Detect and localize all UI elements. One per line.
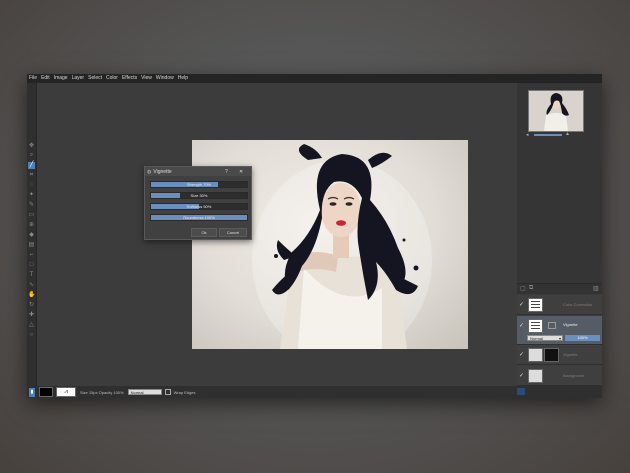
layer-row-vignette-selected[interactable]: ✓ Vignette Normal ▾ 100%	[517, 316, 602, 345]
vignette-dialog: ◍ Vignette ? ✕ Strength 70% Size 30% Sof…	[144, 166, 252, 240]
navigator-preview-image	[529, 91, 583, 131]
menu-edit[interactable]: Edit	[41, 74, 50, 83]
visibility-check[interactable]: ✓	[519, 301, 524, 308]
delete-layer-icon[interactable]: ▥	[593, 285, 599, 292]
menu-select[interactable]: Select	[88, 74, 102, 83]
right-panel: ◂ ▲ ▢ ⧉ ▥ ✓ Color Correction ✓ Vignette …	[517, 83, 602, 387]
menu-image[interactable]: Image	[54, 74, 68, 83]
gradient-icon[interactable]: ▤	[28, 242, 35, 249]
clone-icon[interactable]: ⊕	[28, 222, 35, 229]
canvas-area[interactable]: ◍ Vignette ? ✕ Strength 70% Size 30% Sof…	[37, 83, 517, 386]
menu-window[interactable]: Window	[156, 74, 174, 83]
menu-help[interactable]: Help	[178, 74, 188, 83]
menu-color[interactable]: Color	[106, 74, 118, 83]
dialog-title: Vignette	[153, 168, 172, 175]
dropper-icon[interactable]: ⌐	[28, 252, 35, 259]
crop-icon[interactable]: ⌗	[28, 172, 35, 179]
link-layer-icon[interactable]: ⧉	[529, 285, 533, 292]
layer-opacity-value: 100%	[577, 335, 588, 340]
roundness-slider[interactable]: Roundness 100%	[150, 214, 248, 221]
layer-row-vignette[interactable]: ✓ Vignette	[517, 345, 602, 365]
rotate-icon[interactable]: ↻	[28, 302, 35, 309]
ok-button[interactable]: Ok	[191, 228, 217, 237]
shape-icon[interactable]: □	[28, 262, 35, 269]
blend-mode-select[interactable]: Normal ▾	[527, 335, 563, 341]
brush-size-opacity[interactable]: Size 15px Opacity 100%	[80, 390, 124, 395]
zoom-out-icon[interactable]: ◂	[526, 132, 529, 138]
menu-layer[interactable]: Layer	[72, 74, 85, 83]
pencil-icon[interactable]: ✎	[28, 202, 35, 209]
layers-toolbar: ▢ ⧉ ▥	[517, 284, 602, 294]
primary-color-swatch[interactable]	[39, 387, 53, 397]
cancel-button[interactable]: Cancel	[219, 228, 247, 237]
layers-panel: ▢ ⧉ ▥ ✓ Color Correction ✓ Vignette Norm…	[517, 283, 602, 387]
panel-toggle-icon[interactable]	[517, 388, 525, 395]
strength-slider[interactable]: Strength 70%	[150, 181, 248, 188]
brush-icon[interactable]: ╱	[28, 162, 35, 169]
layer-row-background[interactable]: ✓ Background	[517, 366, 602, 386]
wrap-edges-label: Wrap Edges	[173, 389, 196, 395]
softness-slider-label: Softness 50%	[186, 204, 212, 209]
toolbox: ✥ ⌕ ╱ ⌗ ◌ ✦ ✎ ▭ ⊕ ◆ ▤ ⌐ □ T ∿ ✋ ↻ ✚ △ ○	[27, 83, 37, 386]
editor-window: File Edit Image Layer Select Color Effec…	[27, 74, 602, 398]
softness-slider[interactable]: Softness 50%	[150, 203, 248, 210]
add-layer-icon[interactable]: ▢	[520, 285, 526, 292]
blur-icon[interactable]: ○	[28, 332, 35, 339]
layer-thumbnail	[528, 348, 543, 362]
layer-name: Vignette	[563, 322, 578, 327]
fill-icon[interactable]: ◆	[28, 232, 35, 239]
menu-file[interactable]: File	[29, 74, 37, 83]
eraser-icon[interactable]: ▭	[28, 212, 35, 219]
wrap-edges-checkbox[interactable]	[164, 389, 171, 395]
hand-icon[interactable]: ✋	[28, 292, 35, 299]
size-slider-label: Size 30%	[190, 193, 208, 198]
magic-wand-icon[interactable]: ✦	[28, 192, 35, 199]
lasso-icon[interactable]: ◌	[28, 182, 35, 189]
visibility-check[interactable]: ✓	[519, 322, 524, 329]
layer-name: Background	[563, 373, 585, 378]
roundness-slider-label: Roundness 100%	[183, 215, 215, 220]
adjustment-icon	[531, 322, 540, 323]
layer-thumbnail	[528, 369, 543, 383]
smudge-icon[interactable]: ∿	[28, 282, 35, 289]
layer-row-color-correction[interactable]: ✓ Color Correction	[517, 295, 602, 315]
navigator-thumbnail[interactable]	[528, 90, 584, 132]
zoom-in-icon[interactable]: ▲	[565, 131, 570, 137]
layer-name: Color Correction	[563, 302, 593, 307]
menu-effects[interactable]: Effects	[122, 74, 137, 83]
zoom-icon[interactable]: ⌕	[28, 152, 35, 159]
vignette-icon: ◍	[147, 168, 152, 175]
brush-tool-icon[interactable]: ▮	[29, 387, 35, 397]
menu-view[interactable]: View	[141, 74, 152, 83]
dialog-titlebar[interactable]: ◍ Vignette ? ✕	[145, 167, 251, 176]
heal-icon[interactable]: ✚	[28, 312, 35, 319]
help-button[interactable]: ?	[225, 169, 228, 175]
brush-preview-icon[interactable]: ⩘	[56, 387, 76, 397]
layer-name: Vignette	[563, 352, 578, 357]
visibility-check[interactable]: ✓	[519, 351, 524, 358]
mode-select[interactable]: Normal	[127, 389, 162, 395]
size-slider[interactable]: Size 30%	[150, 192, 248, 199]
visibility-check[interactable]: ✓	[519, 372, 524, 379]
menu-bar: File Edit Image Layer Select Color Effec…	[27, 74, 602, 83]
move-icon[interactable]: ✥	[28, 143, 35, 150]
tool-options-bar: ▮ ⩘ Size 15px Opacity 100% Normal Wrap E…	[27, 386, 602, 398]
chevron-down-icon: ▾	[558, 336, 561, 341]
layer-mask-icon[interactable]	[548, 322, 556, 329]
adjustment-icon	[531, 301, 540, 302]
layer-thumbnail	[528, 319, 543, 333]
layer-thumbnail	[528, 298, 543, 312]
blend-mode-value: Normal	[530, 336, 543, 341]
layer-opacity-field[interactable]: 100%	[565, 335, 600, 341]
zoom-slider[interactable]	[534, 134, 562, 136]
sharpen-icon[interactable]: △	[28, 322, 35, 329]
mode-value: Normal	[130, 390, 144, 395]
strength-slider-label: Strength 70%	[186, 182, 212, 187]
text-icon[interactable]: T	[28, 272, 35, 279]
layer-mask-thumbnail[interactable]	[544, 348, 559, 362]
close-button[interactable]: ✕	[239, 169, 243, 175]
